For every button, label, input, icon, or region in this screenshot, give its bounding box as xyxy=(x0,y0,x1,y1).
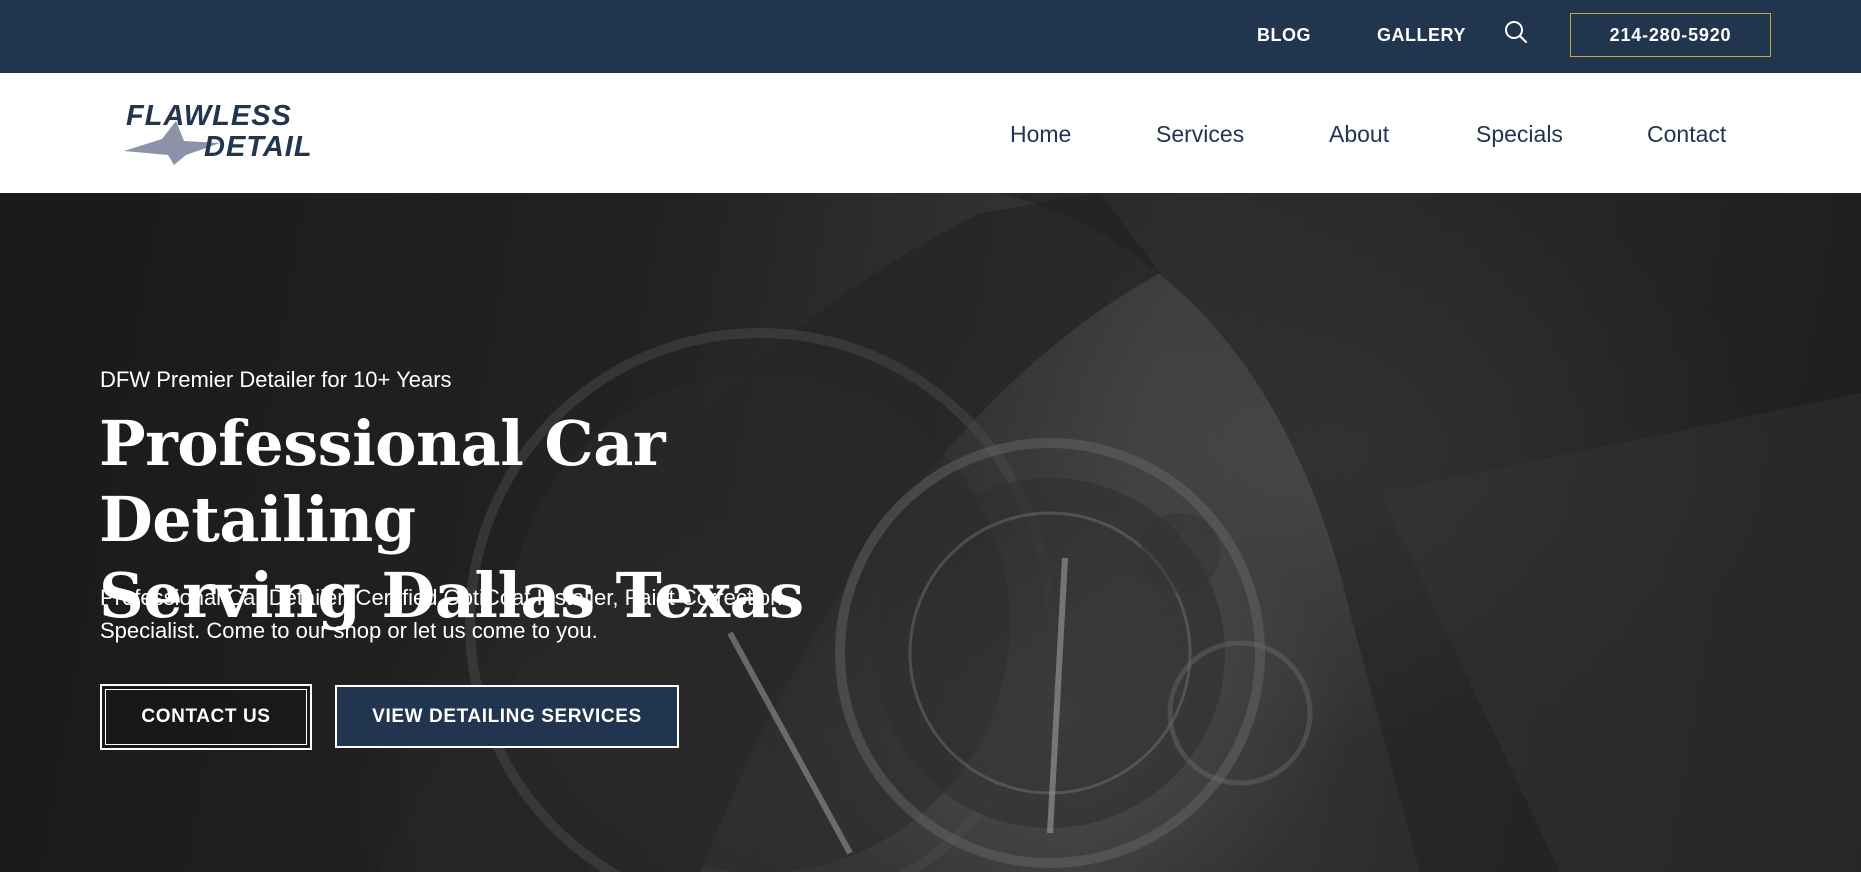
hero-section: DFW Premier Detailer for 10+ Years Profe… xyxy=(0,193,1861,872)
contact-us-button[interactable]: CONTACT US xyxy=(100,684,312,750)
nav-about[interactable]: About xyxy=(1329,120,1389,148)
nav-specials[interactable]: Specials xyxy=(1476,120,1563,148)
blog-link[interactable]: BLOG xyxy=(1257,24,1311,46)
logo-line2: DETAIL xyxy=(204,131,313,163)
hero-tagline: DFW Premier Detailer for 10+ Years xyxy=(100,367,452,392)
nav-contact[interactable]: Contact xyxy=(1647,120,1726,148)
view-services-button[interactable]: VIEW DETAILING SERVICES xyxy=(335,685,679,748)
search-icon[interactable] xyxy=(1502,19,1530,47)
nav-home[interactable]: Home xyxy=(1010,120,1071,148)
top-utility-bar: BLOG GALLERY 214-280-5920 xyxy=(0,0,1861,73)
phone-button[interactable]: 214-280-5920 xyxy=(1570,13,1771,57)
nav-services[interactable]: Services xyxy=(1156,120,1244,148)
hero-subtext: Professional Car Detailer, Certified Opt… xyxy=(100,585,783,643)
logo-line1: FLAWLESS xyxy=(126,101,292,132)
gallery-link[interactable]: GALLERY xyxy=(1377,24,1466,46)
headline-line1: Professional Car Detailing xyxy=(99,407,666,556)
main-navbar: FLAWLESS DETAIL Home Services About Spec… xyxy=(0,73,1861,193)
flawless-detail-logo[interactable]: FLAWLESS DETAIL xyxy=(124,100,346,165)
